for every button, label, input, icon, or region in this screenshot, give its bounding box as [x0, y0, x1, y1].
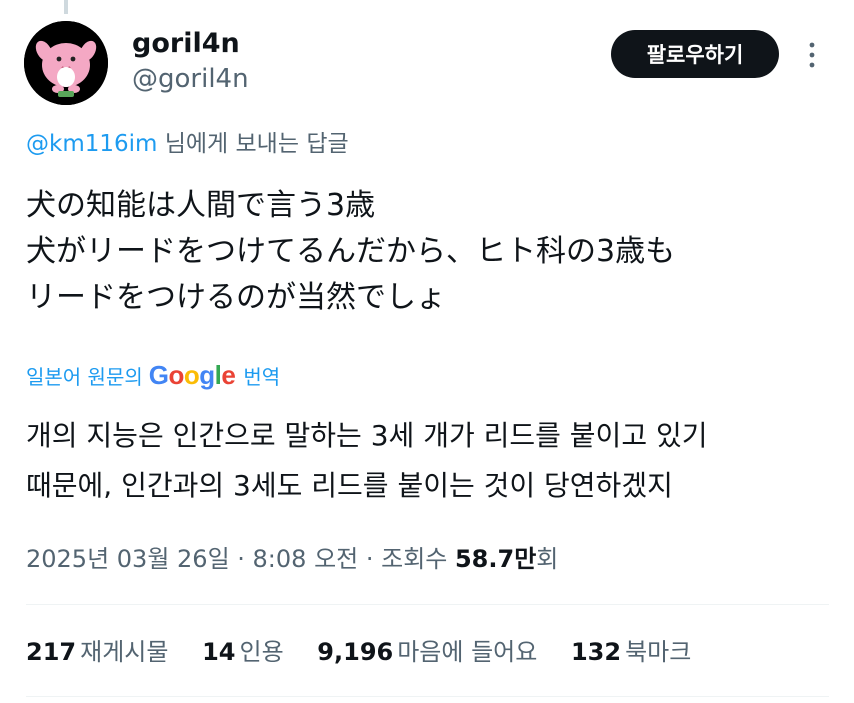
- divider: [26, 604, 829, 605]
- avatar[interactable]: [24, 21, 108, 105]
- view-suffix: 회: [536, 545, 559, 573]
- translate-action: 번역: [243, 364, 281, 389]
- reply-context: @km116im 님에게 보내는 답글: [26, 128, 349, 160]
- tweet-line: リードをつけるのが当然でしょ: [26, 280, 446, 315]
- like-stat[interactable]: 9,196 마음에 들어요: [317, 638, 563, 666]
- tweet-text: 犬の知能は人間で言う3歳 犬がリードをつけてるんだから、ヒト科の3歳も リードを…: [26, 183, 675, 321]
- thread-connector-line: [64, 0, 68, 14]
- reply-mention-link[interactable]: @km116im: [26, 131, 157, 157]
- reply-suffix: 님에게 보내는 답글: [157, 131, 349, 157]
- tweet-meta: 2025년 03월 26일 · 8:08 오전 · 조회수 58.7만회: [26, 541, 558, 577]
- translate-link[interactable]: 일본어 원문의 Google 번역: [26, 360, 280, 390]
- translated-line: 때문에, 인간과의 3세도 리드를 붙이는 것이 당연하겠지: [26, 469, 673, 502]
- google-logo: Google: [148, 359, 236, 390]
- tweet-line: 犬の知能は人間で言う3歳: [26, 188, 376, 223]
- divider: [26, 696, 829, 697]
- bookmark-stat[interactable]: 132 북마크: [571, 638, 717, 666]
- translated-line: 개의 지능은 인간으로 말하는 3세 개가 리드를 붙이고 있기: [26, 419, 708, 452]
- pink-creature-avatar-icon: [24, 21, 108, 105]
- translate-prefix: 일본어 원문의: [26, 364, 143, 389]
- repost-stat[interactable]: 217 재게시물: [26, 638, 194, 666]
- tweet-line: 犬がリードをつけてるんだから、ヒト科の3歳も: [26, 234, 676, 269]
- timestamp[interactable]: 2025년 03월 26일 · 8:08 오전 · 조회수: [26, 545, 455, 573]
- quote-stat[interactable]: 14 인용: [202, 638, 310, 666]
- more-vertical-icon[interactable]: [800, 38, 824, 72]
- engagement-stats: 217 재게시물 14 인용 9,196 마음에 들어요 132 북마크: [26, 634, 717, 670]
- user-handle[interactable]: @goril4n: [132, 63, 249, 95]
- view-count: 58.7만: [454, 545, 537, 573]
- display-name[interactable]: goril4n: [132, 28, 240, 60]
- translated-text: 개의 지능은 인간으로 말하는 3세 개가 리드를 붙이고 있기 때문에, 인간…: [26, 411, 708, 511]
- follow-button[interactable]: 팔로우하기: [611, 30, 779, 78]
